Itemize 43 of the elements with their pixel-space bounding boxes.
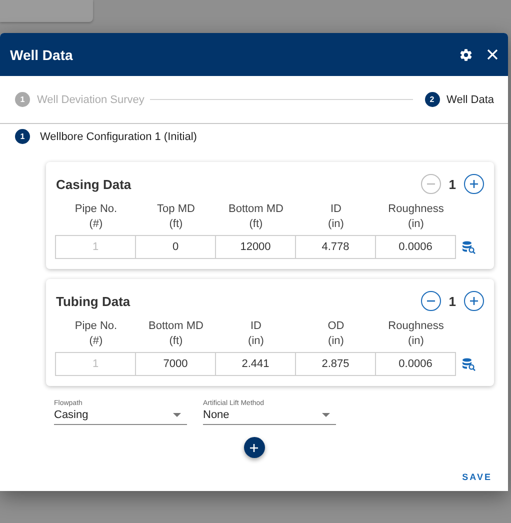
table-cell[interactable]: 0.0006 (375, 235, 456, 259)
column-header: Pipe No. (#) (74, 202, 118, 232)
table-cell[interactable]: 2.441 (215, 352, 296, 376)
add-configuration-button[interactable] (244, 437, 264, 458)
configuration-label: Wellbore Configuration 1 (Initial) (40, 130, 197, 142)
plus-icon (249, 442, 259, 452)
settings-icon (459, 48, 473, 62)
plus-icon (469, 296, 479, 306)
close-icon (487, 49, 498, 60)
card-title: Casing Data (56, 176, 132, 192)
table-cell[interactable]: 0 (135, 235, 216, 259)
table-cell[interactable]: 0.0006 (375, 352, 456, 376)
plus-icon (469, 179, 479, 189)
save-button[interactable]: SAVE (458, 468, 496, 486)
window-title: Well Data (10, 46, 74, 62)
database-search-icon[interactable] (462, 358, 476, 370)
add-button[interactable] (464, 174, 484, 194)
table-cell[interactable]: 2.875 (295, 352, 376, 376)
caret-icon (173, 413, 181, 417)
column-header: Top MD (ft) (156, 202, 196, 232)
step-label[interactable]: Well Data (446, 94, 494, 106)
settings-button[interactable] (459, 48, 473, 62)
column-header: ID (in) (327, 202, 345, 232)
column-header: Bottom MD (ft) (227, 202, 284, 232)
count-label: 1 (448, 176, 456, 192)
count-label: 1 (448, 294, 456, 308)
table-cell[interactable]: 12000 (215, 235, 296, 259)
close-button[interactable] (487, 49, 498, 60)
column-header: Pipe No. (#) (74, 319, 118, 349)
column-header: Roughness (in) (387, 319, 445, 349)
column-header: ID (in) (247, 319, 265, 349)
table-cell[interactable]: 7000 (135, 352, 216, 376)
database-search-icon[interactable] (462, 240, 476, 254)
column-header: Roughness (in) (387, 202, 445, 232)
table-cell[interactable]: 4.778 (295, 235, 376, 259)
step-number[interactable]: 2 (424, 92, 440, 107)
remove-button[interactable] (420, 291, 441, 311)
add-button[interactable] (464, 291, 484, 311)
column-header: Bottom MD (ft) (147, 319, 204, 349)
column-header: OD (in) (326, 319, 346, 349)
card-title: Tubing Data (56, 294, 132, 308)
caret-icon (322, 413, 330, 417)
configuration-number: 1 (15, 129, 30, 144)
